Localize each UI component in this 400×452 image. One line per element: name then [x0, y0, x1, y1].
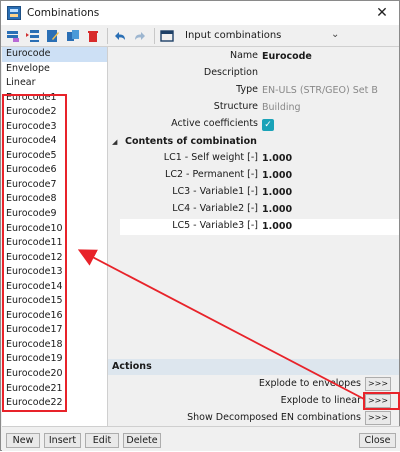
load-case-row: LC4 - Variable2 [-] 1.000 [108, 202, 399, 218]
load-case-coefficient[interactable]: 1.000 [262, 219, 399, 235]
description-label: Description [203, 67, 258, 78]
contents-header-label: Contents of combination [125, 136, 257, 147]
load-case-coefficient[interactable]: 1.000 [262, 202, 399, 218]
collapse-triangle-icon[interactable]: ◢ [112, 134, 117, 150]
explode-envelopes-label: Explode to envelopes [258, 378, 361, 389]
title-bar: Combinations ✕ [1, 1, 399, 25]
list-item[interactable]: Envelope [2, 62, 107, 77]
list-item[interactable]: Linear [2, 76, 107, 91]
load-case-row: LC5 - Variable3 [-] 1.000 [108, 219, 399, 235]
edit-button[interactable]: Edit [85, 433, 119, 448]
show-decomposed-button[interactable]: >>> [365, 411, 391, 425]
new-button[interactable]: New [6, 433, 40, 448]
toolbar-separator [107, 27, 108, 44]
contents-section-header[interactable]: ◢ Contents of combination [108, 134, 399, 150]
bottom-bar: New Insert Edit Delete Close [2, 426, 400, 451]
active-coefficients-cell: ✓ [262, 117, 399, 133]
new-icon[interactable] [5, 28, 21, 44]
list-item[interactable]: Eurocode [2, 47, 107, 62]
window-title: Combinations [27, 7, 100, 19]
delete-button[interactable]: Delete [123, 433, 161, 448]
description-field[interactable] [262, 66, 399, 82]
load-case-label: LC4 - Variable2 [-] [172, 203, 258, 214]
highlight-box-list [2, 94, 67, 412]
insert-button[interactable]: Insert [44, 433, 81, 448]
show-decomposed-row: Show Decomposed EN combinations >>> [108, 411, 399, 427]
explode-linear-label: Explode to linear [280, 395, 361, 406]
structure-label: Structure [213, 101, 258, 112]
load-case-coefficient[interactable]: 1.000 [262, 151, 399, 167]
close-window-button[interactable]: ✕ [373, 4, 391, 22]
type-row: Type EN-ULS (STR/GEO) Set B [108, 83, 399, 99]
type-label: Type [236, 84, 258, 95]
table-icon[interactable] [159, 28, 175, 44]
redo-icon[interactable] [132, 28, 148, 44]
highlight-box-button [363, 392, 400, 410]
undo-icon[interactable] [112, 28, 128, 44]
structure-field[interactable]: Building [262, 100, 399, 116]
toolbar-label: Input combinations [185, 30, 282, 41]
load-case-label: LC1 - Self weight [-] [163, 152, 258, 163]
explode-linear-row: Explode to linear >>> [108, 394, 399, 410]
delete-icon[interactable] [85, 28, 101, 44]
name-field[interactable]: Eurocode [262, 49, 399, 65]
copy-icon[interactable] [65, 28, 81, 44]
active-coefficients-label: Active coefficients [171, 118, 258, 129]
toolbar: Input combinations ⌄ [1, 25, 399, 47]
toolbar-separator [154, 27, 155, 44]
actions-section-header: Actions [108, 359, 399, 375]
active-coefficients-checkbox[interactable]: ✓ [262, 119, 274, 131]
load-case-label: LC2 - Permanent [-] [165, 169, 258, 180]
active-coefficients-row: Active coefficients ✓ [108, 117, 399, 133]
load-case-label: LC3 - Variable1 [-] [172, 186, 258, 197]
load-case-coefficient[interactable]: 1.000 [262, 168, 399, 184]
insert-icon[interactable] [25, 28, 41, 44]
load-case-label: LC5 - Variable3 [-] [172, 220, 258, 231]
structure-row: Structure Building [108, 100, 399, 116]
load-case-row: LC3 - Variable1 [-] 1.000 [108, 185, 399, 201]
description-row: Description [108, 66, 399, 82]
app-icon [7, 6, 21, 20]
load-case-coefficient[interactable]: 1.000 [262, 185, 399, 201]
chevron-down-icon[interactable]: ⌄ [331, 29, 339, 40]
load-case-row: LC2 - Permanent [-] 1.000 [108, 168, 399, 184]
explode-envelopes-button[interactable]: >>> [365, 377, 391, 391]
name-label: Name [229, 50, 258, 61]
close-button[interactable]: Close [359, 433, 396, 448]
show-decomposed-label: Show Decomposed EN combinations [187, 412, 361, 423]
combinations-window: Combinations ✕ Input combinations ⌄ Euro… [0, 0, 400, 451]
explode-envelopes-row: Explode to envelopes >>> [108, 377, 399, 393]
name-row: Name Eurocode [108, 49, 399, 65]
load-case-row: LC1 - Self weight [-] 1.000 [108, 151, 399, 167]
edit-icon[interactable] [45, 28, 61, 44]
type-field[interactable]: EN-ULS (STR/GEO) Set B [262, 83, 399, 99]
